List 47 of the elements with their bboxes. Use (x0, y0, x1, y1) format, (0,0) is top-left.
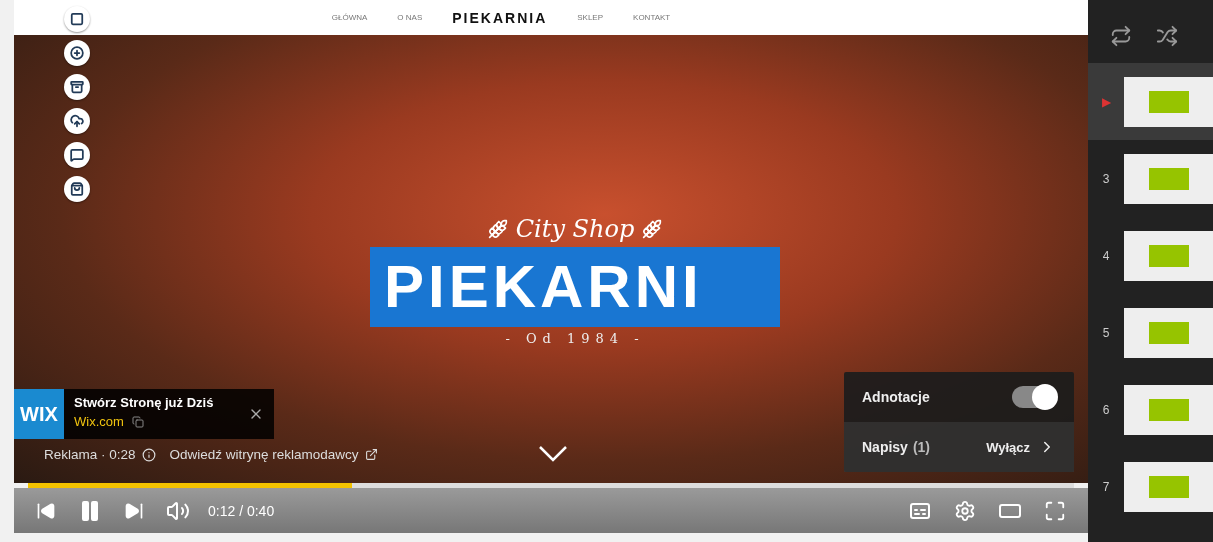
playlist-item[interactable]: 3 (1088, 140, 1213, 217)
nav-link[interactable]: O NAS (397, 13, 423, 22)
captions-label: Napisy (862, 439, 908, 455)
progress-track[interactable] (28, 483, 1074, 488)
ad-label: Reklama · 0:28 (44, 447, 136, 462)
settings-icon (954, 499, 976, 522)
nav-link[interactable]: KONTAKT (633, 13, 671, 22)
ad-domain-link[interactable]: Wix.com (74, 414, 124, 429)
annotations-label: Adnotacje (862, 389, 930, 405)
info-icon[interactable] (141, 447, 156, 462)
captions-count: (1) (912, 439, 931, 455)
hero-title: PIEKARNI (370, 247, 780, 327)
wheat-icon (487, 219, 508, 239)
wheat-icon (642, 219, 663, 239)
ad-title: Stwórz Stronę już Dziś (74, 395, 214, 410)
nav-link[interactable]: SKLEP (577, 13, 604, 22)
archive-icon (70, 80, 84, 94)
captions-value-button[interactable]: Wyłącz (986, 438, 1056, 456)
site-logo[interactable]: PIEKARNIA (452, 9, 548, 26)
external-link-icon (364, 448, 378, 461)
shuffle-icon[interactable] (1156, 24, 1178, 47)
playlist-item[interactable]: 4 (1088, 217, 1213, 294)
nav-link[interactable]: GŁÓWNA (331, 13, 368, 22)
playlist-index: 4 (1101, 248, 1111, 263)
square-icon (70, 12, 84, 26)
cloud-upload-icon (70, 114, 84, 128)
bag-icon (70, 182, 84, 196)
repeat-icon[interactable] (1110, 24, 1132, 47)
hero-tagline: City Shop (515, 215, 635, 243)
annotations-toggle[interactable] (1012, 386, 1056, 408)
fullscreen-icon (1044, 499, 1066, 522)
playlist-item[interactable]: 5 (1088, 294, 1213, 371)
ad-logo: WIX (14, 389, 64, 439)
hero-since: - Od 1984 - (505, 331, 645, 346)
playlist-index: 3 (1101, 171, 1111, 186)
plus-icon (70, 46, 84, 60)
time-display: 0:12 / 0:40 (208, 502, 275, 519)
message-icon (70, 148, 84, 162)
playlist-item[interactable]: 6 (1088, 371, 1213, 448)
copy-icon[interactable] (131, 415, 144, 428)
chevron-down-icon[interactable] (538, 445, 568, 463)
playlist-index: ▶ (1100, 94, 1112, 109)
playlist-item[interactable]: 7 (1088, 448, 1213, 525)
playlist-index: 5 (1101, 325, 1111, 340)
visit-advertiser-link[interactable]: Odwiedź witrynę reklamodawcy (169, 447, 359, 462)
playlist-index: 6 (1101, 402, 1111, 417)
playlist-index: 7 (1101, 479, 1111, 494)
